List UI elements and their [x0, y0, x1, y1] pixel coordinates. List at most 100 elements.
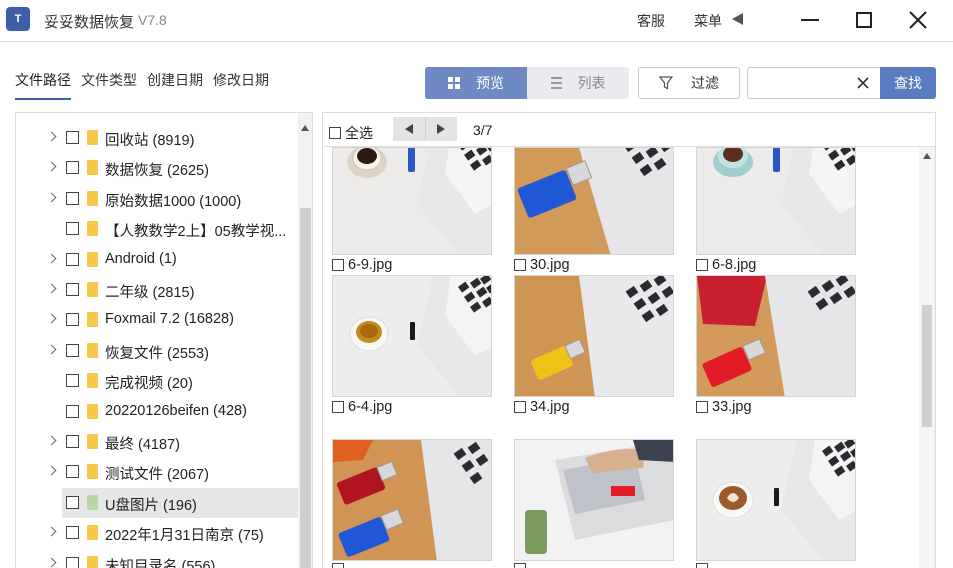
- tree-item-checkbox[interactable]: [66, 283, 79, 296]
- tree-item-checkbox[interactable]: [66, 495, 79, 509]
- image-thumbnail[interactable]: [332, 275, 492, 397]
- menu-arrow-icon[interactable]: [732, 13, 743, 25]
- next-page-button[interactable]: [424, 117, 457, 141]
- file-checkbox[interactable]: [332, 563, 344, 568]
- tree-item-checkbox[interactable]: [66, 191, 79, 205]
- photo-preview: [697, 276, 855, 396]
- search-input[interactable]: [754, 69, 854, 97]
- file-name: 34.jpg: [530, 399, 570, 415]
- tree-item-checkbox[interactable]: [66, 404, 79, 418]
- expand-chevron-icon[interactable]: [46, 283, 57, 294]
- expand-chevron-icon[interactable]: [46, 131, 57, 142]
- file-checkbox[interactable]: [696, 401, 708, 413]
- tree-item[interactable]: 20220126beifen (428): [16, 397, 298, 427]
- tree-item-checkbox[interactable]: [66, 252, 79, 266]
- expand-chevron-icon[interactable]: [46, 313, 57, 324]
- tree-item[interactable]: U盘图片 (196): [62, 487, 298, 518]
- tree-item-label: 【人教数学2上】05教学视...: [105, 224, 287, 241]
- expand-chevron-icon[interactable]: [46, 557, 57, 568]
- prev-page-button[interactable]: [393, 117, 425, 141]
- view-tabs: 文件路径 文件类型 创建日期 修改日期: [15, 70, 269, 100]
- minimize-button[interactable]: [792, 5, 828, 35]
- tree-item[interactable]: 2022年1月31日南京 (75): [16, 518, 298, 548]
- scroll-up-icon[interactable]: [922, 153, 931, 159]
- tree-item[interactable]: 最终 (4187): [16, 427, 298, 457]
- view-mode-toggle: 预览 列表: [425, 67, 629, 99]
- maximize-button[interactable]: [846, 5, 882, 35]
- list-mode-label: 列表: [577, 75, 606, 91]
- image-thumbnail[interactable]: [696, 439, 856, 561]
- tab-created-date[interactable]: 创建日期: [147, 70, 203, 100]
- service-button[interactable]: 客服: [637, 11, 665, 31]
- file-checkbox[interactable]: [332, 259, 344, 271]
- search-button[interactable]: 查找: [880, 67, 936, 99]
- tree-item[interactable]: 【人教数学2上】05教学视...: [16, 214, 298, 244]
- preview-scroll-thumb[interactable]: [922, 305, 932, 427]
- tree-item[interactable]: 原始数据1000 (1000): [16, 184, 298, 214]
- tree-item[interactable]: 未知目录名 (556): [16, 549, 298, 568]
- expand-chevron-icon[interactable]: [46, 161, 57, 172]
- tree-item[interactable]: 回收站 (8919): [16, 123, 298, 153]
- tree-item-checkbox[interactable]: [66, 556, 79, 568]
- expand-chevron-icon[interactable]: [46, 192, 57, 203]
- tree-item-checkbox[interactable]: [66, 343, 79, 357]
- expand-chevron-icon[interactable]: [46, 526, 57, 537]
- select-all-box[interactable]: [329, 127, 341, 139]
- preview-mode-button[interactable]: 预览: [425, 67, 527, 99]
- list-mode-button[interactable]: 列表: [527, 67, 629, 99]
- tree-item[interactable]: 完成视频 (20): [16, 366, 298, 396]
- tab-file-path[interactable]: 文件路径: [15, 70, 71, 100]
- tab-file-type[interactable]: 文件类型: [81, 70, 137, 100]
- image-thumbnail[interactable]: [696, 147, 856, 255]
- image-thumbnail[interactable]: [514, 439, 674, 561]
- file-name: 6-4.jpg: [348, 399, 393, 415]
- tree-item[interactable]: 测试文件 (2067): [16, 457, 298, 487]
- tree-item-checkbox[interactable]: [66, 435, 79, 448]
- file-checkbox[interactable]: [514, 563, 526, 568]
- menu-button[interactable]: 菜单: [694, 11, 722, 31]
- folder-icon: [87, 494, 98, 510]
- tree-item-label: 20220126beifen (428): [105, 402, 247, 419]
- tree-item[interactable]: Foxmail 7.2 (16828): [16, 305, 298, 335]
- file-checkbox[interactable]: [514, 401, 526, 413]
- file-checkbox[interactable]: [514, 259, 526, 271]
- tree-item[interactable]: Android (1): [16, 245, 298, 275]
- tree-item-checkbox[interactable]: [66, 374, 79, 388]
- tree-item-checkbox[interactable]: [66, 131, 79, 144]
- clear-search-icon[interactable]: [855, 75, 871, 91]
- tree-item[interactable]: 恢复文件 (2553): [16, 336, 298, 366]
- tree-item[interactable]: 二年级 (2815): [16, 275, 298, 305]
- photo-preview: [333, 148, 491, 254]
- image-thumbnail[interactable]: [696, 275, 856, 397]
- expand-chevron-icon[interactable]: [46, 465, 57, 476]
- file-checkbox[interactable]: [332, 401, 344, 413]
- tree-item-checkbox[interactable]: [66, 161, 79, 175]
- file-checkbox[interactable]: [696, 259, 708, 271]
- expand-chevron-icon[interactable]: [46, 344, 57, 355]
- tree-item-checkbox[interactable]: [66, 222, 79, 236]
- preview-scrollbar[interactable]: [919, 147, 935, 568]
- folder-icon: [87, 312, 98, 328]
- tree-scroll-thumb[interactable]: [300, 208, 311, 568]
- image-thumbnail[interactable]: [332, 439, 492, 561]
- filter-button[interactable]: 过滤: [638, 67, 740, 99]
- close-button[interactable]: [900, 5, 936, 35]
- tree-item-label: 回收站 (8919): [105, 133, 195, 149]
- file-checkbox[interactable]: [696, 563, 708, 568]
- image-thumbnail[interactable]: [514, 147, 674, 255]
- expand-chevron-icon[interactable]: [46, 435, 57, 446]
- tree-item[interactable]: 数据恢复 (2625): [16, 153, 298, 183]
- image-thumbnail[interactable]: [514, 275, 674, 397]
- image-thumbnail[interactable]: [332, 147, 492, 255]
- tree-scrollbar[interactable]: [298, 113, 312, 568]
- expand-chevron-icon[interactable]: [46, 253, 57, 264]
- select-all-checkbox[interactable]: 全选: [329, 123, 373, 143]
- tree-item-checkbox[interactable]: [66, 526, 79, 540]
- file-name: 6-9.jpg: [348, 257, 393, 273]
- tree-item-label: 未知目录名 (556): [105, 558, 216, 568]
- scroll-up-icon[interactable]: [301, 125, 309, 131]
- tree-item-checkbox[interactable]: [66, 465, 79, 479]
- tab-modified-date[interactable]: 修改日期: [213, 70, 269, 100]
- page-counter: 3/7: [473, 122, 493, 138]
- tree-item-checkbox[interactable]: [66, 313, 79, 327]
